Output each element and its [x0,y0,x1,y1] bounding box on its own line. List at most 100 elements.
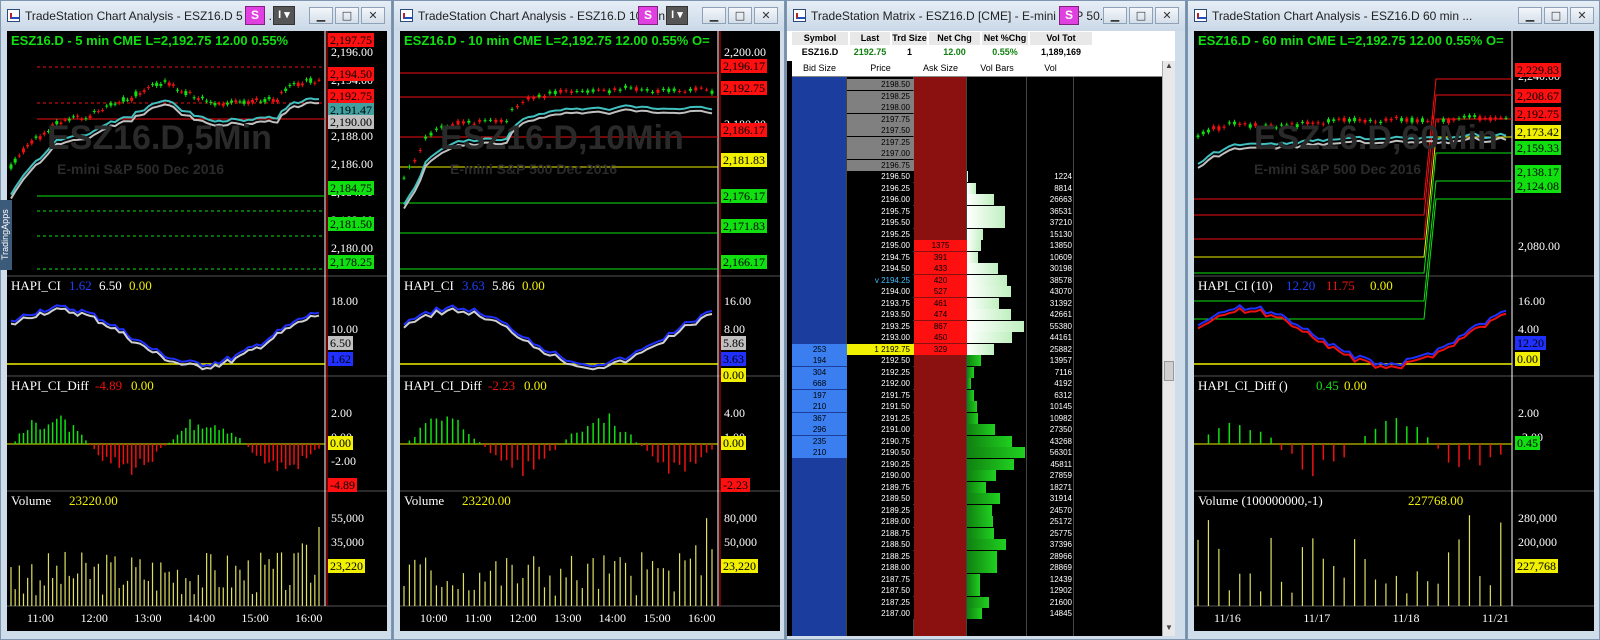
ask-size-cell[interactable] [914,585,967,596]
price-cell[interactable]: 2190.25 [847,458,914,470]
chart-area[interactable]: ESZ16.D,60Min E-mini S&P 500 Dec 2016 ESZ1… [1194,31,1594,631]
ask-size-cell[interactable] [914,401,967,412]
ladder-row[interactable]: 2194.00 527 43070 [792,286,1162,297]
scroll-up-arrow-icon[interactable]: ▲ [1163,61,1175,74]
ladder-row[interactable]: 2196.25 8814 [792,182,1162,194]
price-cell[interactable]: 2189.25 [847,504,914,516]
ladder-row[interactable]: 2189.00 25172 [792,516,1162,527]
bid-size-cell[interactable] [792,148,847,159]
bid-size-cell[interactable] [792,562,847,573]
ask-size-cell[interactable]: 391 [914,251,967,263]
ladder-row[interactable]: 253 1 2192.75 329 25882 [792,343,1162,355]
price-cell[interactable]: 2196.75 [847,159,914,171]
ask-size-cell[interactable] [914,390,967,401]
ask-size-cell[interactable]: 461 [914,297,967,309]
bid-size-cell[interactable] [792,459,847,470]
ladder-row[interactable]: 2193.00 450 44161 [792,332,1162,343]
ask-size-cell[interactable]: 420 [914,274,967,286]
bid-size-cell[interactable] [792,217,847,228]
price-cell[interactable]: 2198.00 [847,102,914,113]
price-cell[interactable]: 2188.50 [847,539,914,550]
bid-size-cell[interactable]: 296 [792,424,847,435]
bid-size-cell[interactable] [792,516,847,527]
price-cell[interactable]: 2187.00 [847,608,914,619]
bid-size-cell[interactable] [792,321,847,332]
close-button[interactable]: ✕ [361,7,385,24]
ladder-row[interactable]: 2194.75 391 10609 [792,251,1162,263]
price-cell[interactable]: 2195.00 [847,240,914,251]
bid-size-cell[interactable]: 210 [792,401,847,412]
bid-size-cell[interactable] [792,125,847,136]
ask-size-cell[interactable] [914,183,967,194]
bid-size-cell[interactable] [792,102,847,113]
bid-size-cell[interactable] [792,91,847,102]
ladder-row[interactable]: 2196.75 [792,159,1162,171]
ladder-grid[interactable]: Bid Size Price Ask Size Vol Bars Vol 2198.50 2… [792,61,1162,636]
ask-size-cell[interactable] [914,229,967,240]
ladder-row[interactable]: 2193.25 867 55380 [792,320,1162,332]
ladder-column-header[interactable]: Bid Size [792,63,847,73]
title-bar[interactable]: TradeStation Matrix - ESZ16.D [CME] - E-… [787,1,1185,31]
bid-size-cell[interactable] [792,194,847,205]
maximize-button[interactable]: □ [1129,7,1153,24]
bid-size-cell[interactable] [792,585,847,596]
price-cell[interactable]: 2188.00 [847,562,914,573]
ask-size-cell[interactable]: 867 [914,320,967,332]
price-cell[interactable]: 2190.00 [847,470,914,481]
ladder-row[interactable]: 210 2191.50 10145 [792,401,1162,412]
ask-size-cell[interactable]: 1375 [914,240,967,251]
ask-size-cell[interactable] [914,424,967,435]
price-cell[interactable]: 2189.50 [847,493,914,504]
title-bar[interactable]: TradeStation Chart Analysis - ESZ16.D 60… [1188,1,1599,31]
minimize-button[interactable]: ▁ [1518,7,1542,24]
ask-size-cell[interactable] [914,505,967,516]
ladder-column-header[interactable]: Vol Bars [967,63,1027,73]
bid-size-cell[interactable] [792,528,847,539]
ladder-row[interactable]: 2187.00 14845 [792,608,1162,619]
ask-size-cell[interactable] [914,217,967,228]
bid-size-cell[interactable] [792,79,847,90]
bid-size-cell[interactable] [792,252,847,263]
ladder-row[interactable]: 235 2190.75 43268 [792,435,1162,447]
bid-size-cell[interactable] [792,470,847,481]
ask-size-cell[interactable] [914,436,967,447]
minimize-button[interactable]: ▁ [702,7,726,24]
ask-size-cell[interactable]: 433 [914,263,967,274]
ask-size-cell[interactable] [914,79,967,90]
ask-size-cell[interactable]: 474 [914,309,967,320]
ask-size-cell[interactable]: 450 [914,332,967,343]
price-cell[interactable]: 2192.50 [847,355,914,366]
price-cell[interactable]: 2191.00 [847,424,914,435]
bid-size-cell[interactable] [792,206,847,217]
ladder-column-header[interactable]: Ask Size [914,63,967,73]
ask-size-cell[interactable] [914,539,967,550]
trading-apps-tab[interactable]: TradingApps [0,200,12,270]
price-cell[interactable]: 2188.75 [847,527,914,539]
bid-size-cell[interactable] [792,286,847,297]
ladder-column-header[interactable]: Price [847,63,914,73]
ask-size-cell[interactable] [914,148,967,159]
bid-size-cell[interactable] [792,574,847,585]
ladder-row[interactable]: 2194.50 433 30198 [792,263,1162,274]
interval-button[interactable]: I ▾ [273,6,295,25]
ask-size-cell[interactable] [914,551,967,562]
price-cell[interactable]: 2191.50 [847,401,914,412]
price-cell[interactable]: 2190.75 [847,435,914,447]
ladder-row[interactable]: 2189.25 24570 [792,504,1162,516]
bid-size-cell[interactable] [792,275,847,286]
bid-size-cell[interactable] [792,493,847,504]
close-button[interactable]: ✕ [1570,7,1594,24]
close-button[interactable]: ✕ [1155,7,1179,24]
ask-size-cell[interactable] [914,125,967,136]
ask-size-cell[interactable] [914,91,967,102]
maximize-button[interactable]: □ [728,7,752,24]
ladder-row[interactable]: 2197.00 [792,148,1162,159]
ladder-row[interactable]: 2189.75 18271 [792,481,1162,493]
price-cell[interactable]: 2194.50 [847,263,914,274]
title-bar[interactable]: TradeStation Chart Analysis - ESZ16.D 5 … [1,1,391,31]
ask-size-cell[interactable] [914,562,967,573]
bid-size-cell[interactable] [792,171,847,182]
price-cell[interactable]: 2196.25 [847,182,914,194]
ladder-row[interactable]: 2197.25 [792,136,1162,148]
ask-size-cell[interactable]: 329 [914,343,967,355]
